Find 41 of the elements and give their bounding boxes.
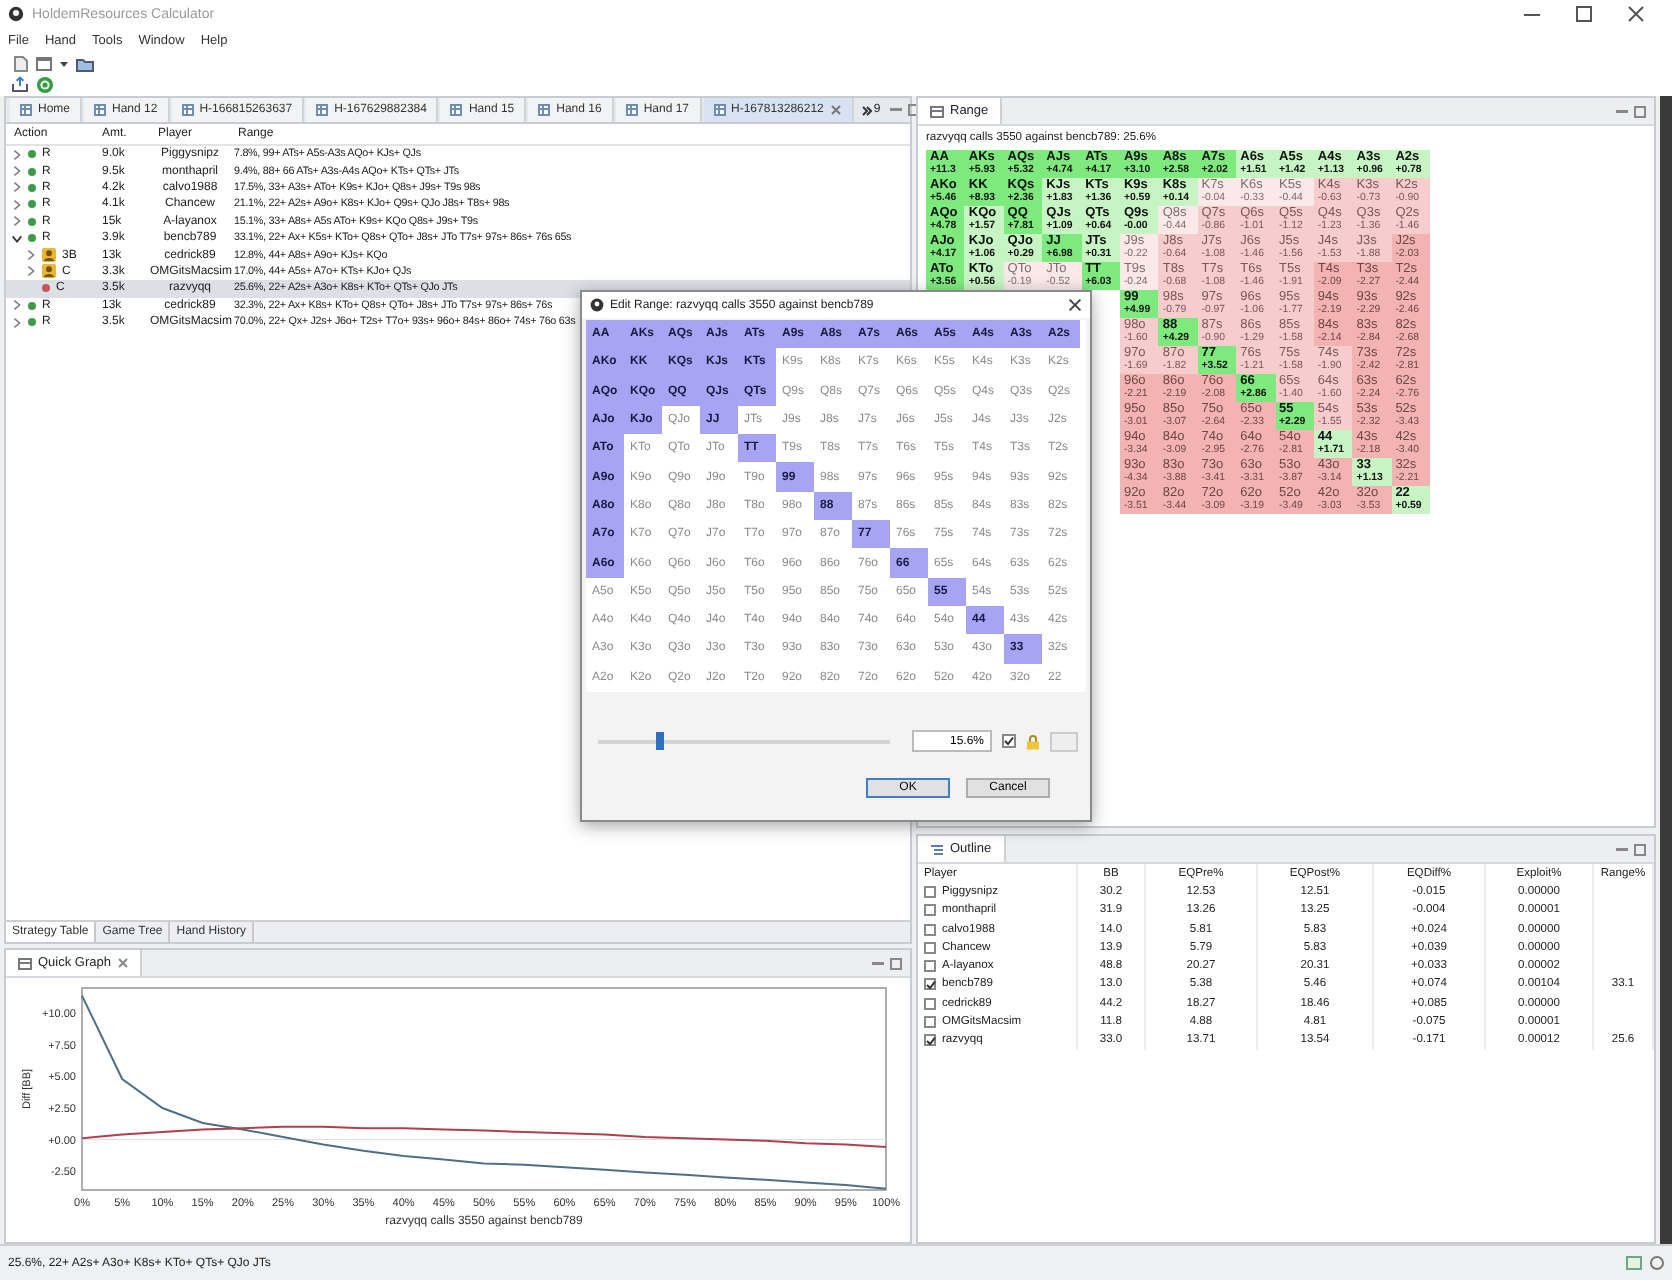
table-icon (625, 104, 638, 116)
table-icon (538, 104, 551, 116)
panel-icon (18, 957, 32, 969)
start-icon[interactable] (36, 75, 54, 93)
document-icon[interactable] (12, 56, 28, 72)
check-icon (925, 979, 935, 990)
table-icon (20, 104, 32, 116)
app-icon (590, 298, 604, 312)
panel-icon (930, 105, 944, 117)
window-icon[interactable] (36, 56, 52, 72)
export-icon[interactable] (12, 76, 28, 92)
checkbox[interactable] (1002, 734, 1016, 749)
checkbox[interactable] (924, 904, 936, 917)
close-icon[interactable] (1628, 6, 1644, 22)
outline-icon (930, 843, 944, 855)
checkbox[interactable] (924, 923, 936, 936)
slider[interactable] (598, 729, 890, 754)
close-icon[interactable] (1068, 298, 1082, 312)
chevron-icon (861, 105, 872, 115)
table-icon (94, 104, 107, 116)
checkbox[interactable] (924, 941, 936, 954)
table-icon (181, 104, 194, 116)
table-icon (316, 104, 329, 116)
check-icon (1004, 736, 1014, 747)
app-icon (8, 6, 24, 22)
check-icon (925, 1035, 935, 1046)
checkbox[interactable] (924, 978, 936, 991)
folder-icon[interactable] (76, 56, 94, 72)
table-icon (713, 104, 726, 116)
table-icon (450, 104, 463, 116)
status-icon[interactable] (1626, 1256, 1642, 1270)
checkbox[interactable] (924, 885, 936, 898)
caret-icon[interactable] (60, 60, 68, 68)
checkbox[interactable] (924, 997, 936, 1010)
checkbox[interactable] (924, 1034, 936, 1047)
progress-icon[interactable] (1650, 1256, 1664, 1270)
checkbox[interactable] (924, 1016, 936, 1029)
checkbox[interactable] (924, 960, 936, 973)
maximize-icon[interactable] (1576, 6, 1592, 22)
lock-icon (1026, 733, 1040, 750)
slider-thumb[interactable] (655, 731, 664, 750)
